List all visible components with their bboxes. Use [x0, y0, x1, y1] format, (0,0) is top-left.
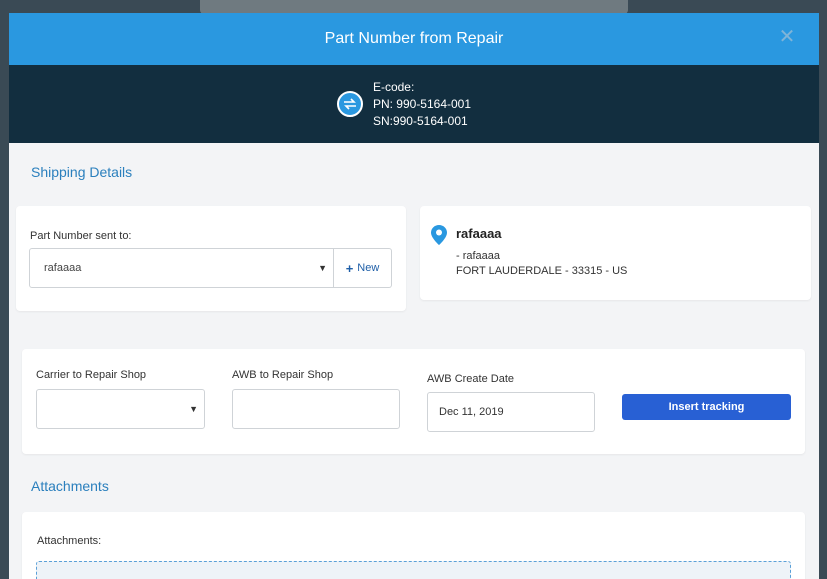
- new-button-label: New: [357, 262, 380, 274]
- carrier-select[interactable]: ▼: [36, 389, 205, 429]
- address-card: rafaaaa - rafaaaa FORT LAUDERDALE - 3331…: [420, 206, 811, 300]
- address-name: rafaaaa: [456, 226, 502, 241]
- plus-icon: +: [345, 260, 354, 276]
- address-line1: - rafaaaa: [456, 250, 501, 262]
- attachments-label: Attachments:: [37, 535, 102, 547]
- tracking-card: Carrier to Repair Shop ▼ AWB to Repair S…: [22, 349, 805, 454]
- serial-number: SN:990-5164-001: [372, 113, 468, 128]
- sent-to-select[interactable]: rafaaaa ▼: [29, 248, 334, 288]
- chevron-down-icon: ▼: [189, 404, 198, 414]
- sent-to-value: rafaaaa: [44, 262, 82, 274]
- part-number-repair-modal: Part Number from Repair ✕ E-code: PN: 99…: [9, 13, 819, 579]
- awb-input[interactable]: [232, 389, 400, 429]
- chevron-down-icon: ▼: [318, 263, 327, 273]
- background-topbar: [200, 0, 628, 14]
- modal-title: Part Number from Repair: [324, 30, 504, 47]
- close-icon[interactable]: ✕: [777, 27, 797, 47]
- part-info-band: E-code: PN: 990-5164-001 SN:990-5164-001: [9, 65, 819, 143]
- location-pin-icon: [431, 225, 447, 250]
- awb-date-label: AWB Create Date: [427, 373, 515, 385]
- attachments-card: Attachments:: [22, 512, 805, 579]
- sent-to-card: Part Number sent to: rafaaaa ▼ + New: [16, 206, 406, 311]
- awb-label: AWB to Repair Shop: [232, 369, 334, 381]
- modal-header: Part Number from Repair ✕: [9, 13, 819, 65]
- new-address-button[interactable]: + New: [334, 248, 392, 288]
- awb-date-value: Dec 11, 2019: [439, 406, 504, 418]
- swap-icon: [336, 91, 363, 117]
- carrier-label: Carrier to Repair Shop: [36, 369, 147, 381]
- insert-tracking-button[interactable]: Insert tracking: [622, 394, 791, 420]
- part-number: PN: 990-5164-001: [372, 96, 472, 111]
- awb-date-input[interactable]: Dec 11, 2019: [427, 392, 595, 432]
- attachments-dropzone[interactable]: [36, 561, 791, 579]
- address-line2: FORT LAUDERDALE - 33315 - US: [456, 265, 628, 277]
- attachments-title: Attachments: [31, 478, 109, 494]
- sent-to-label: Part Number sent to:: [30, 230, 132, 242]
- ecode-label: E-code:: [372, 79, 415, 94]
- shipping-details-title: Shipping Details: [31, 164, 133, 180]
